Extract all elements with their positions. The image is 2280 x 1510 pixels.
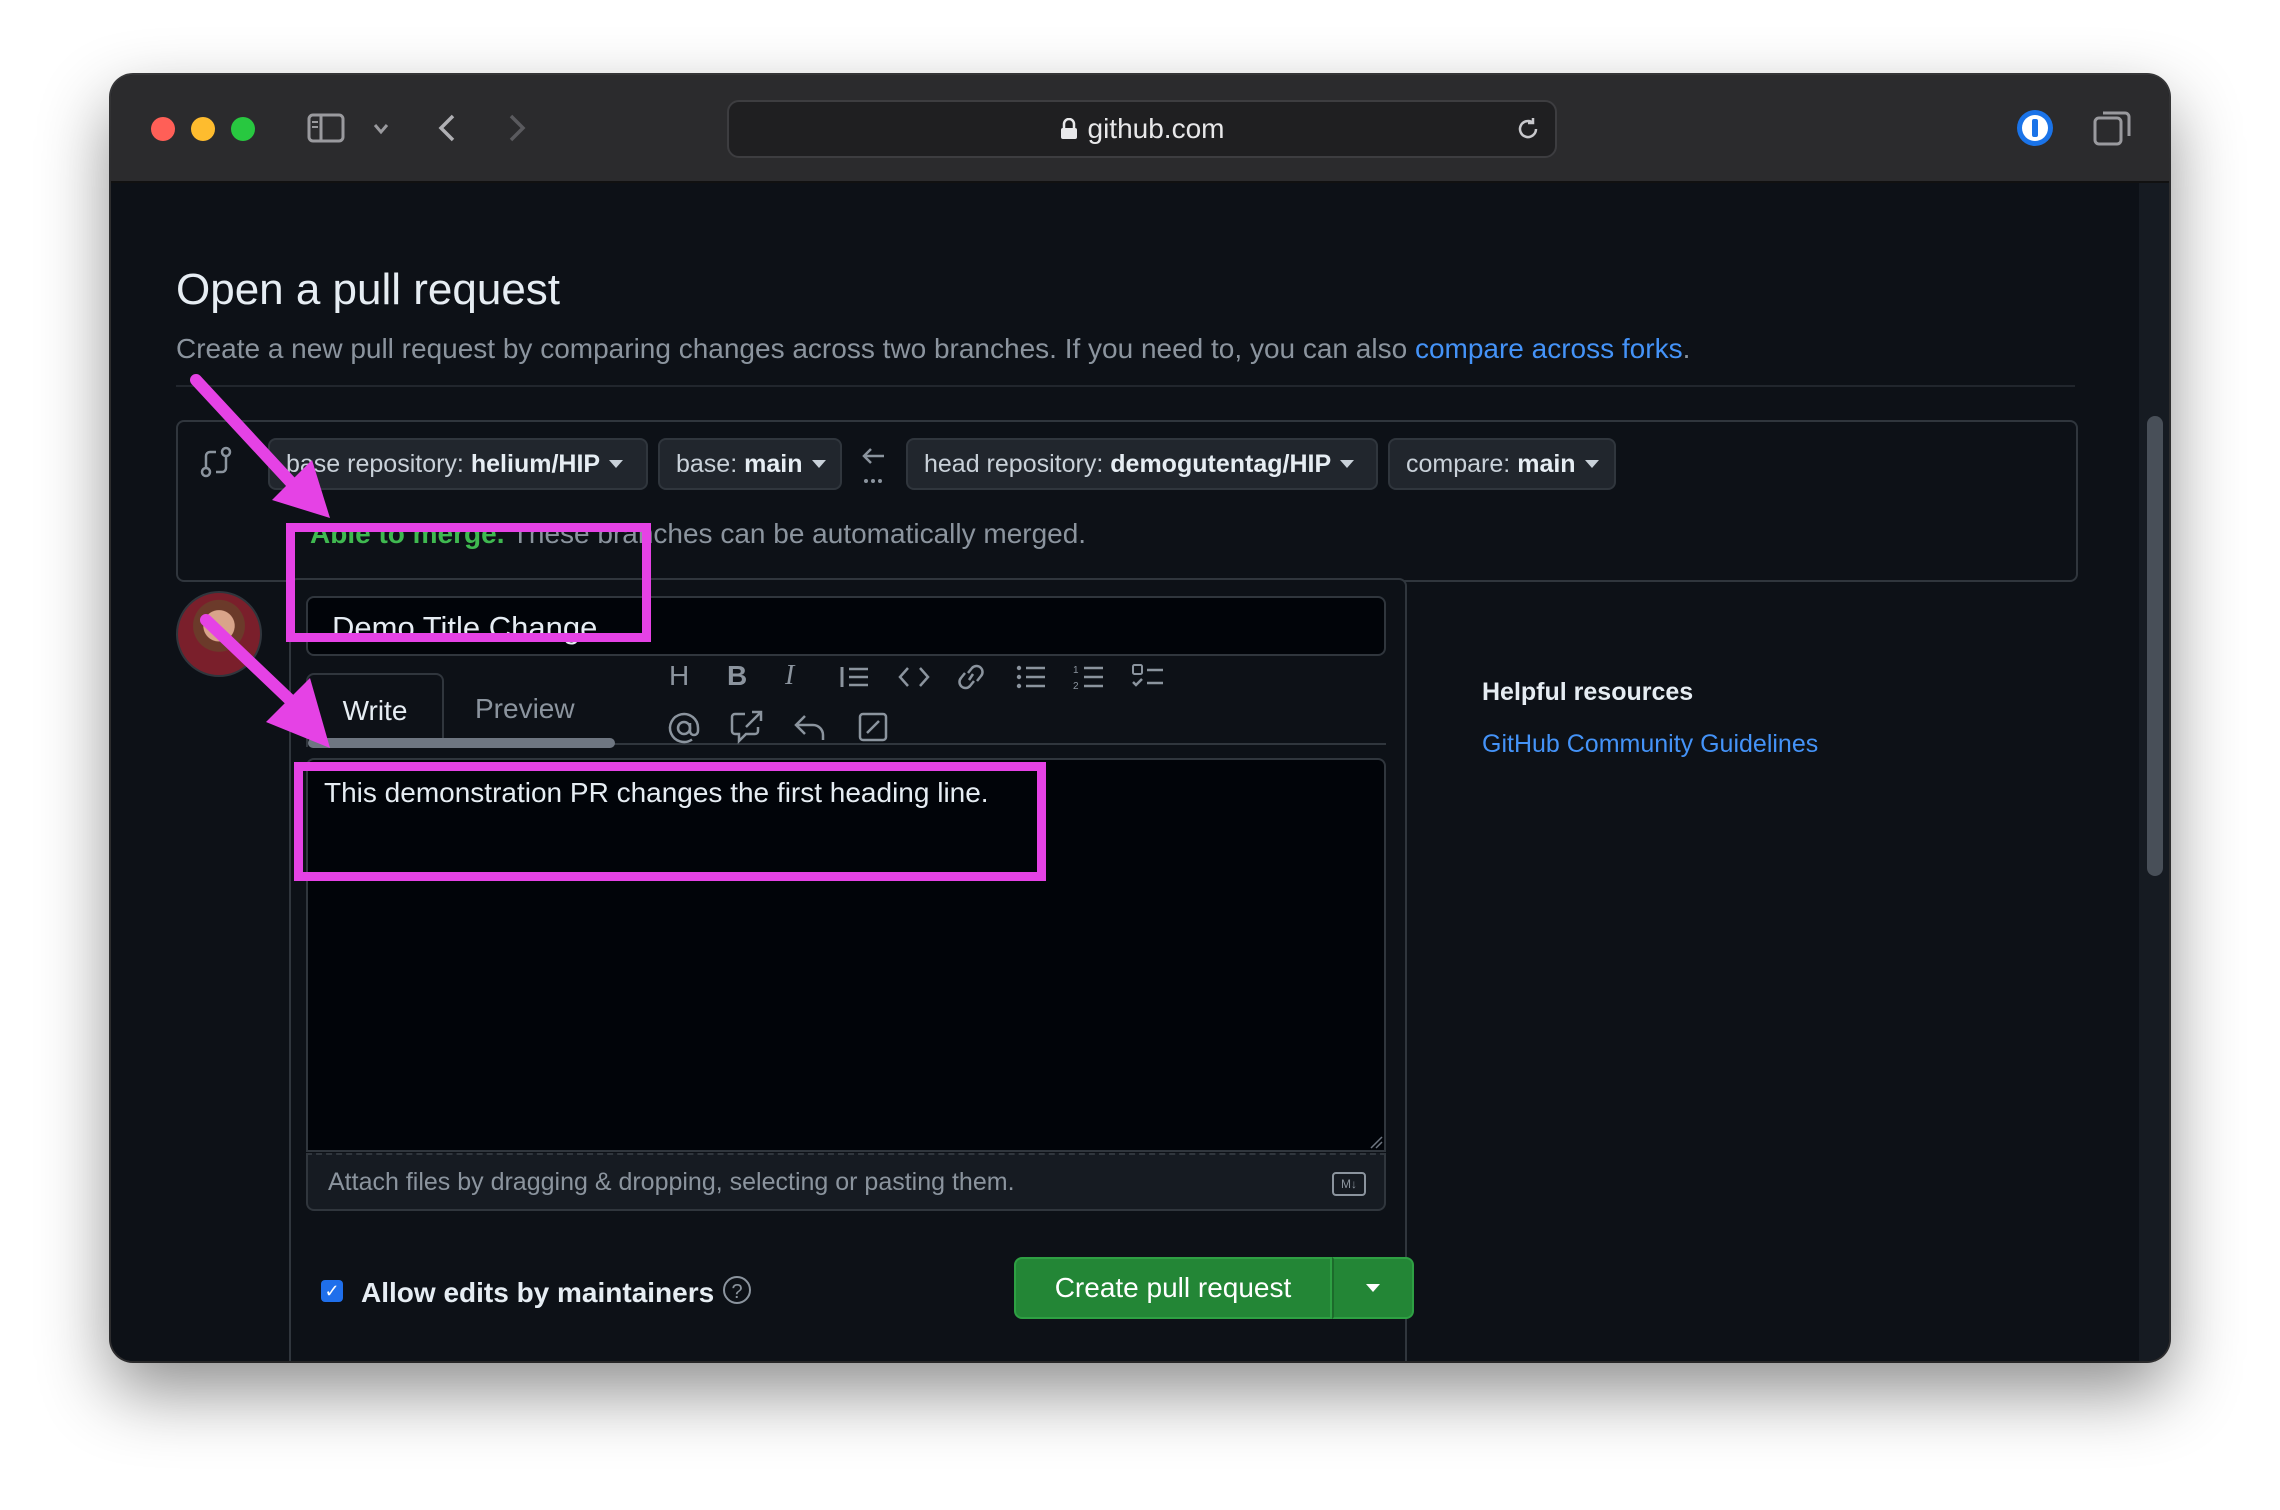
- quote-icon[interactable]: [839, 663, 871, 691]
- slash-command-icon[interactable]: [857, 711, 889, 743]
- reply-icon[interactable]: [793, 713, 827, 743]
- attach-files-hint: Attach files by dragging & dropping, sel…: [328, 1168, 1015, 1196]
- base-branch-label: base:: [676, 449, 738, 478]
- bold-icon[interactable]: B: [727, 661, 747, 691]
- reload-icon[interactable]: [1515, 116, 1541, 142]
- svg-text:1: 1: [1073, 665, 1079, 676]
- svg-text:2: 2: [1073, 681, 1079, 691]
- helpful-resources-heading: Helpful resources: [1482, 678, 1694, 706]
- browser-window: github.com Open a pull request Create a …: [111, 75, 2169, 1361]
- lock-icon: [1060, 118, 1077, 139]
- tab-preview[interactable]: Preview: [475, 693, 575, 725]
- body-highlight-box: [294, 762, 1046, 881]
- head-repository-value: demogutentag/HIP: [1110, 449, 1332, 478]
- caret-down-icon: [1584, 460, 1599, 468]
- back-arrow-icon[interactable]: [437, 113, 457, 143]
- allow-edits-label[interactable]: Allow edits by maintainers: [361, 1277, 714, 1309]
- compare-branch-dropdown[interactable]: compare: main: [1388, 438, 1616, 490]
- caret-down-icon: [811, 460, 826, 468]
- scrollbar-thumb[interactable]: [2147, 416, 2163, 876]
- close-window-button[interactable]: [151, 117, 175, 141]
- attach-files-bar[interactable]: Attach files by dragging & dropping, sel…: [306, 1153, 1386, 1211]
- code-icon[interactable]: [897, 665, 931, 689]
- browser-toolbar: github.com: [111, 75, 2169, 183]
- compare-branch-label: compare:: [1406, 449, 1511, 478]
- url-text: github.com: [1087, 113, 1225, 144]
- caret-down-icon: [609, 460, 624, 468]
- page-subtitle: Create a new pull request by comparing c…: [176, 333, 1690, 365]
- divider: [176, 385, 2075, 387]
- reference-icon[interactable]: [729, 709, 765, 745]
- create-options-dropdown[interactable]: [1332, 1257, 1414, 1319]
- subtitle-suffix: .: [1682, 333, 1691, 364]
- chevron-down-icon[interactable]: [373, 123, 389, 135]
- page-scrollbar[interactable]: [2139, 183, 2169, 1361]
- unordered-list-icon[interactable]: [1015, 663, 1047, 691]
- base-branch-value: main: [744, 449, 803, 478]
- heading-icon[interactable]: H: [669, 661, 689, 691]
- forward-arrow-icon[interactable]: [507, 113, 527, 143]
- subtitle-text: Create a new pull request by comparing c…: [176, 333, 1415, 364]
- left-arrow-icon: [862, 448, 884, 483]
- password-manager-icon[interactable]: [2015, 108, 2055, 148]
- link-icon[interactable]: [955, 662, 987, 692]
- tab-overview-icon[interactable]: [2093, 110, 2131, 146]
- community-guidelines-link[interactable]: GitHub Community Guidelines: [1482, 730, 1818, 759]
- create-pull-request-button[interactable]: Create pull request: [1014, 1257, 1332, 1319]
- zoom-window-button[interactable]: [231, 117, 255, 141]
- markdown-icon: M↓: [1332, 1172, 1366, 1196]
- compare-branch-value: main: [1517, 449, 1576, 478]
- allow-edits-checkbox[interactable]: ✓: [321, 1280, 343, 1302]
- resize-handle-icon[interactable]: [1369, 1135, 1383, 1149]
- sidebar-toggle-icon[interactable]: [307, 113, 345, 143]
- address-bar[interactable]: github.com: [727, 100, 1557, 158]
- page-title: Open a pull request: [176, 265, 561, 314]
- help-icon[interactable]: ?: [723, 1276, 751, 1304]
- ordered-list-icon[interactable]: 1 2: [1073, 663, 1105, 691]
- base-repository-value: helium/HIP: [470, 449, 601, 478]
- head-repository-label: head repository:: [924, 449, 1104, 478]
- italic-icon[interactable]: I: [785, 661, 794, 691]
- minimize-window-button[interactable]: [191, 117, 215, 141]
- mention-icon[interactable]: [667, 711, 701, 745]
- compare-forks-link[interactable]: compare across forks: [1415, 333, 1683, 364]
- caret-down-icon: [1366, 1284, 1380, 1292]
- base-branch-dropdown[interactable]: base: main: [658, 438, 842, 490]
- caret-down-icon: [1340, 460, 1355, 468]
- head-repository-dropdown[interactable]: head repository: demogutentag/HIP: [906, 438, 1378, 490]
- annotation-arrows: [190, 374, 330, 748]
- task-list-icon[interactable]: [1131, 663, 1165, 691]
